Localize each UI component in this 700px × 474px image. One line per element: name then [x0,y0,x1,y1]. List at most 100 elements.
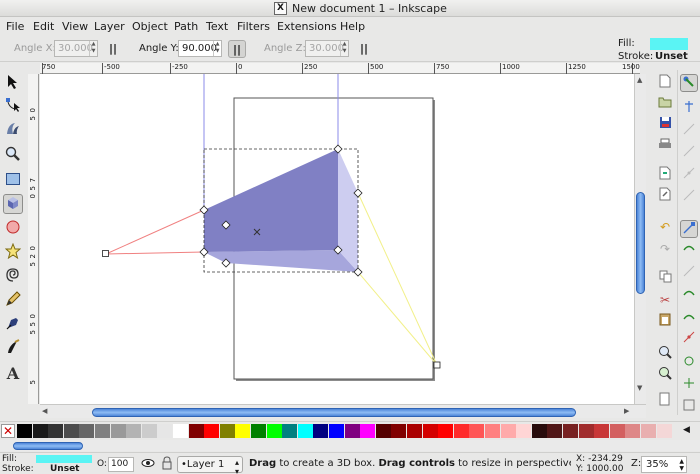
new-document-icon[interactable] [656,74,674,92]
scroll-right-icon[interactable]: ▶ [624,407,629,415]
angle-x-vp-toggle[interactable]: || [104,40,122,58]
star-tool-icon[interactable] [3,242,23,263]
palette-swatch[interactable] [173,424,188,438]
snap-bbox-icon[interactable] [680,100,698,118]
palette-swatch[interactable] [110,424,126,438]
current-layer-select[interactable]: •Layer 1 ▴ ▾ [177,456,243,474]
palette-swatch[interactable] [438,424,454,438]
zoom-selection-icon[interactable] [656,345,674,363]
scroll-up-icon[interactable]: ▲ [637,76,642,84]
3d-box-tool-icon[interactable] [3,194,23,214]
palette-swatch[interactable] [48,424,64,438]
pencil-tool-icon[interactable] [3,291,23,311]
palette-swatch[interactable] [126,424,142,438]
snap-paths-icon[interactable] [680,242,698,260]
snap-toggle-icon[interactable] [680,74,698,92]
palette-swatch[interactable] [157,424,173,438]
palette-swatch[interactable] [251,424,266,438]
scroll-left-icon[interactable]: ◀ [42,407,47,415]
palette-swatch[interactable] [641,424,656,438]
export-icon[interactable] [656,187,674,205]
palette-scroll-thumb[interactable] [13,442,83,450]
lock-icon[interactable] [161,456,173,473]
status-fill-swatch[interactable] [36,455,92,463]
palette-swatch[interactable] [188,424,204,438]
snap-midpoints-icon[interactable] [680,330,698,348]
palette-swatch[interactable] [219,424,235,438]
pen-tool-icon[interactable] [3,315,23,335]
snap-page-border-icon[interactable] [680,398,698,416]
text-tool-icon[interactable]: A [3,364,23,384]
menu-object[interactable]: Object [132,20,168,33]
zoom-page-icon[interactable] [656,392,674,410]
angle-x-input[interactable]: 30.000 ▲ ▼ [54,40,98,57]
zoom-tool-icon[interactable] [3,146,23,166]
snap-bbox-center-icon[interactable] [680,188,698,206]
vertical-scrollbar[interactable]: ▲ ▼ [634,74,646,404]
angle-z-input[interactable]: 30.000 ▲ ▼ [305,40,349,57]
vertical-ruler[interactable]: 0 5 7 5 0 0 2 5 0 5 5 5 [28,74,39,404]
palette-swatch[interactable] [95,424,110,438]
palette-swatch[interactable] [547,424,563,438]
zoom-drawing-icon[interactable] [656,366,674,384]
palette-scrollbar[interactable] [0,440,700,451]
menu-extensions[interactable]: Extensions [277,20,337,33]
menu-path[interactable]: Path [174,20,198,33]
palette-swatch[interactable] [594,424,610,438]
snap-rotation-center-icon[interactable] [680,376,698,394]
node-tool-icon[interactable] [3,97,23,117]
import-icon[interactable] [656,166,674,184]
vanishing-point-x-handle[interactable] [102,250,109,257]
horizontal-ruler[interactable]: 750 -500 -250 0 250 500 750 1000 1250 15… [40,63,640,74]
palette-swatch[interactable] [17,424,32,438]
palette-swatch[interactable] [141,424,157,438]
undo-icon[interactable]: ↶ [656,218,674,236]
menu-edit[interactable]: Edit [33,20,54,33]
scroll-down-icon[interactable]: ▼ [637,384,642,392]
snap-bbox-corner-icon[interactable] [680,144,698,162]
angle-z-vp-toggle[interactable]: || [355,40,373,58]
style-fill-swatch[interactable] [650,38,688,50]
menu-help[interactable]: Help [340,20,365,33]
menu-filters[interactable]: Filters [237,20,270,33]
ellipse-tool-icon[interactable] [3,219,23,239]
palette-swatch[interactable] [531,424,547,438]
copy-icon[interactable] [656,270,674,288]
style-stroke-value[interactable]: Unset [655,51,688,62]
palette-swatch[interactable] [625,424,641,438]
snap-bbox-midpoint-icon[interactable] [680,166,698,184]
palette-swatch[interactable] [360,424,376,438]
menu-text[interactable]: Text [206,20,228,33]
palette-swatch[interactable] [453,424,469,438]
palette-swatch[interactable] [375,424,391,438]
opacity-input[interactable]: 100 [108,457,134,472]
snap-cusp-nodes-icon[interactable] [680,286,698,304]
menu-view[interactable]: View [62,20,88,33]
horizontal-scroll-thumb[interactable] [92,408,576,417]
menu-layer[interactable]: Layer [94,20,125,33]
palette-swatch[interactable] [391,424,407,438]
status-stroke-value[interactable]: Unset [50,464,79,474]
palette-swatch[interactable] [266,424,282,438]
palette-swatch[interactable] [563,424,578,438]
palette-swatch[interactable] [407,424,422,438]
palette-swatch[interactable] [609,424,625,438]
eye-icon[interactable] [141,456,155,473]
palette-swatch[interactable] [235,424,251,438]
vertical-scroll-thumb[interactable] [636,192,645,294]
palette-swatch[interactable] [578,424,594,438]
drawing-canvas[interactable] [40,74,634,404]
angle-y-vp-toggle[interactable]: || [228,40,246,58]
horizontal-scrollbar[interactable]: ◀ ▶ [40,404,646,418]
palette-swatch[interactable] [282,424,298,438]
menu-file[interactable]: File [6,20,24,33]
redo-icon[interactable]: ↷ [656,240,674,258]
palette-swatch[interactable] [313,424,329,438]
palette-swatch[interactable] [500,424,516,438]
palette-menu-icon[interactable]: ◀ [683,425,690,435]
palette-swatch[interactable] [32,424,48,438]
save-icon[interactable] [656,116,674,134]
palette-swatch[interactable] [63,424,79,438]
zoom-input[interactable]: 35% ▲ ▼ [641,456,687,473]
palette-swatch[interactable] [422,424,438,438]
